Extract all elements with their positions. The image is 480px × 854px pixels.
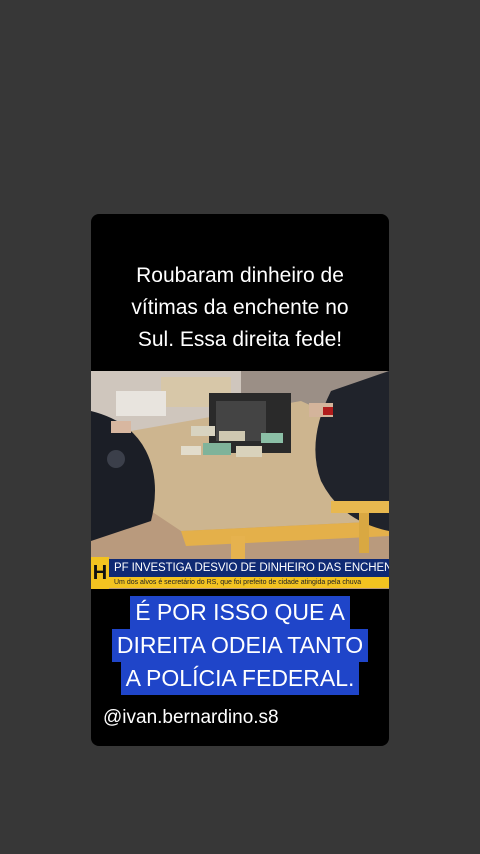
news-subline: Um dos alvos é secretário do RS, que foi… [109,577,389,588]
story-card: Roubaram dinheiro de vítimas da enchente… [91,214,389,746]
author-handle[interactable]: @ivan.bernardino.s8 [103,706,279,730]
highlight-caption: É POR ISSO QUE A DIREITA ODEIA TANTO A P… [91,596,389,695]
news-photo: H PF INVESTIGA DESVIO DE DINHEIRO DAS EN… [91,371,389,589]
highlight-caption-line-3: A POLÍCIA FEDERAL. [120,662,360,695]
highlight-caption-line-1: É POR ISSO QUE A [130,596,350,629]
highlight-caption-line-2: DIREITA ODEIA TANTO [111,629,369,662]
top-caption: Roubaram dinheiro de vítimas da enchente… [131,264,349,351]
news-ticker: H PF INVESTIGA DESVIO DE DINHEIRO DAS EN… [91,557,389,589]
channel-logo: H [91,557,109,589]
news-headline: PF INVESTIGA DESVIO DE DINHEIRO DAS ENCH… [109,559,389,577]
